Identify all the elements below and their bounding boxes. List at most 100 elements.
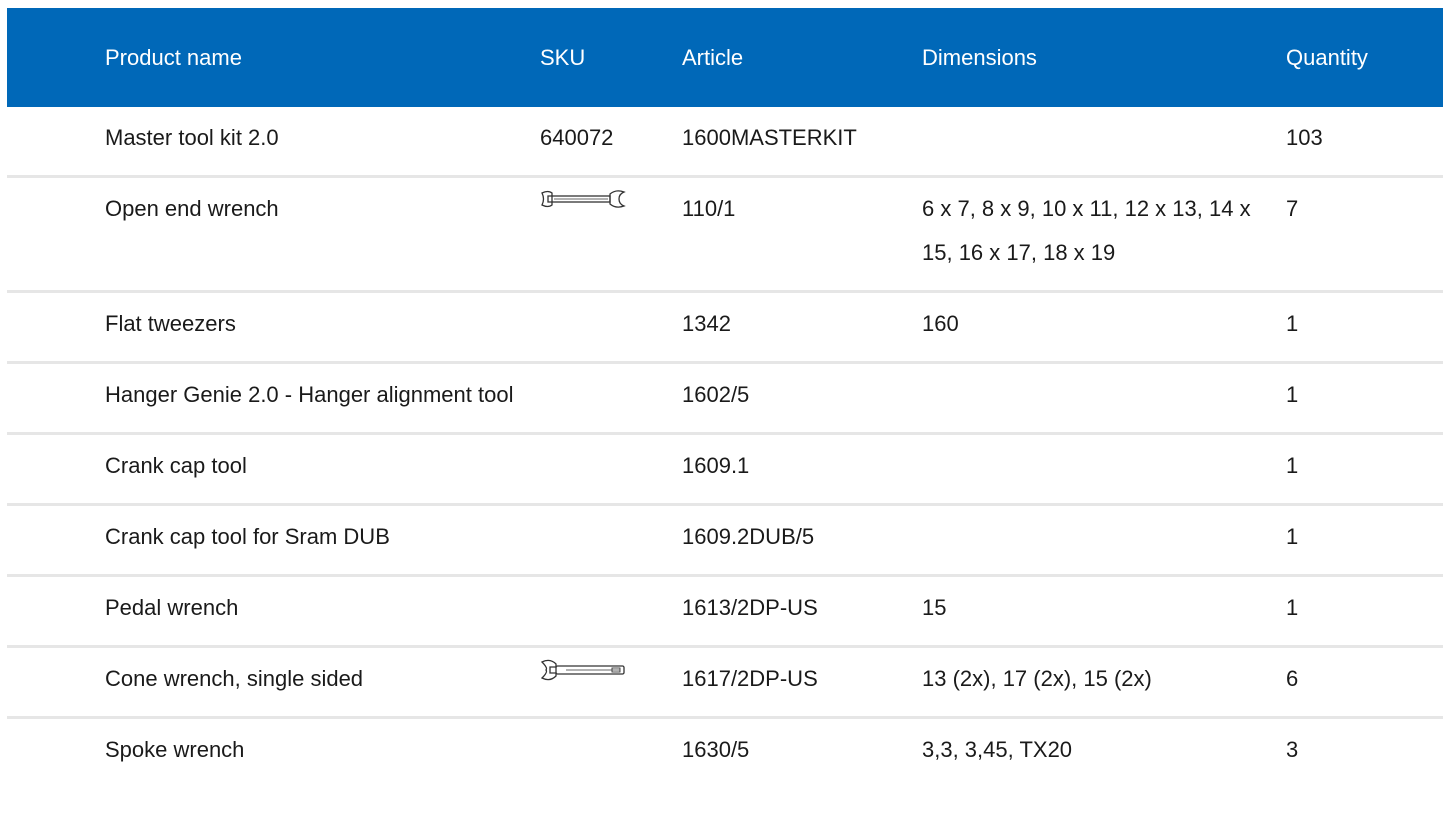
quantity-cell: 1 (1286, 292, 1443, 363)
table-row: Crank cap tool 1609.1 1 (7, 434, 1443, 505)
article-text: 1609.1 (682, 453, 750, 478)
article-cell: 1602/5 (682, 363, 922, 434)
article-cell: 1613/2DP-US (682, 576, 922, 647)
dimensions-text: 15 (922, 595, 947, 620)
product-name-cell: Hanger Genie 2.0 - Hanger alignment tool (105, 363, 540, 434)
row-spacer (7, 107, 105, 177)
table-header: Product name SKU Article Dimensions Quan… (7, 8, 1443, 107)
sku-cell (540, 434, 682, 505)
table-row: Crank cap tool for Sram DUB 1609.2DUB/5 … (7, 505, 1443, 576)
product-name-cell: Pedal wrench (105, 576, 540, 647)
article-cell: 1342 (682, 292, 922, 363)
table-row: Master tool kit 2.0 640072 1600MASTERKIT… (7, 107, 1443, 177)
product-name-cell: Cone wrench, single sided (105, 647, 540, 718)
dimensions-cell (922, 434, 1286, 505)
article-text: 1630/5 (682, 737, 750, 762)
sku-cell (540, 576, 682, 647)
column-header-quantity[interactable]: Quantity (1286, 8, 1443, 107)
article-cell: 110/1 (682, 177, 922, 292)
article-cell: 1609.1 (682, 434, 922, 505)
row-spacer (7, 647, 105, 718)
product-name-text: Master tool kit 2.0 (105, 125, 279, 150)
table-row: Flat tweezers 1342 160 1 (7, 292, 1443, 363)
quantity-cell: 3 (1286, 718, 1443, 788)
dimensions-text: 13 (2x), 17 (2x), 15 (2x) (922, 666, 1152, 691)
dimensions-cell: 15 (922, 576, 1286, 647)
quantity-cell: 1 (1286, 434, 1443, 505)
dimensions-cell: 3,3, 3,45, TX20 (922, 718, 1286, 788)
table-row: Hanger Genie 2.0 - Hanger alignment tool… (7, 363, 1443, 434)
dimensions-text: 3,3, 3,45, TX20 (922, 737, 1073, 762)
column-header-sku[interactable]: SKU (540, 8, 682, 107)
header-row: Product name SKU Article Dimensions Quan… (7, 8, 1443, 107)
sku-cell: 640072 (540, 107, 682, 177)
dimensions-cell: 13 (2x), 17 (2x), 15 (2x) (922, 647, 1286, 718)
quantity-text: 103 (1286, 125, 1323, 150)
product-name-text: Cone wrench, single sided (105, 666, 364, 691)
product-table: Product name SKU Article Dimensions Quan… (7, 8, 1443, 787)
row-spacer (7, 434, 105, 505)
article-text: 1602/5 (682, 382, 750, 407)
sku-cell (540, 647, 682, 718)
product-name-cell: Open end wrench (105, 177, 540, 292)
product-name-cell: Crank cap tool (105, 434, 540, 505)
article-text: 110/1 (682, 196, 736, 221)
product-name-cell: Master tool kit 2.0 (105, 107, 540, 177)
table-row: Open end wrench 110/1 6 x 7, 8 x 9, 10 x… (7, 177, 1443, 292)
sku-cell (540, 718, 682, 788)
quantity-text: 3 (1286, 737, 1299, 762)
table-row: Spoke wrench 1630/5 3,3, 3,45, TX20 3 (7, 718, 1443, 788)
product-name-cell: Flat tweezers (105, 292, 540, 363)
table-row: Cone wrench, single sided 1617/2DP-US 13… (7, 647, 1443, 718)
product-name-text: Open end wrench (105, 196, 279, 221)
product-name-text: Crank cap tool (105, 453, 247, 478)
table-body: Master tool kit 2.0 640072 1600MASTERKIT… (7, 107, 1443, 787)
product-name-text: Hanger Genie 2.0 - Hanger alignment tool (105, 382, 514, 407)
sku-cell (540, 363, 682, 434)
table-row: Pedal wrench 1613/2DP-US 15 1 (7, 576, 1443, 647)
quantity-text: 1 (1286, 311, 1299, 336)
quantity-text: 1 (1286, 524, 1299, 549)
dimensions-cell (922, 505, 1286, 576)
sku-cell (540, 292, 682, 363)
row-spacer (7, 363, 105, 434)
quantity-text: 7 (1286, 196, 1299, 221)
quantity-text: 6 (1286, 666, 1299, 691)
quantity-cell: 1 (1286, 576, 1443, 647)
quantity-cell: 7 (1286, 177, 1443, 292)
open-end-wrench-icon (540, 188, 682, 210)
product-name-text: Spoke wrench (105, 737, 245, 762)
article-text: 1617/2DP-US (682, 666, 818, 691)
quantity-text: 1 (1286, 382, 1299, 407)
dimensions-cell (922, 363, 1286, 434)
article-cell: 1617/2DP-US (682, 647, 922, 718)
article-text: 1613/2DP-US (682, 595, 818, 620)
column-header-product-name[interactable]: Product name (105, 8, 540, 107)
article-cell: 1600MASTERKIT (682, 107, 922, 177)
quantity-cell: 1 (1286, 505, 1443, 576)
column-header-article[interactable]: Article (682, 8, 922, 107)
product-table-container: Product name SKU Article Dimensions Quan… (7, 8, 1443, 787)
dimensions-cell: 160 (922, 292, 1286, 363)
header-spacer (7, 8, 105, 107)
product-name-text: Crank cap tool for Sram DUB (105, 524, 390, 549)
product-name-cell: Crank cap tool for Sram DUB (105, 505, 540, 576)
product-name-text: Pedal wrench (105, 595, 239, 620)
sku-cell (540, 505, 682, 576)
quantity-text: 1 (1286, 453, 1299, 478)
dimensions-text: 160 (922, 311, 959, 336)
row-spacer (7, 576, 105, 647)
product-name-cell: Spoke wrench (105, 718, 540, 788)
row-spacer (7, 718, 105, 788)
article-text: 1342 (682, 311, 731, 336)
article-cell: 1630/5 (682, 718, 922, 788)
article-cell: 1609.2DUB/5 (682, 505, 922, 576)
row-spacer (7, 505, 105, 576)
dimensions-cell (922, 107, 1286, 177)
quantity-cell: 1 (1286, 363, 1443, 434)
product-name-text: Flat tweezers (105, 311, 236, 336)
column-header-dimensions[interactable]: Dimensions (922, 8, 1286, 107)
article-text: 1600MASTERKIT (682, 125, 857, 150)
row-spacer (7, 177, 105, 292)
cone-wrench-icon (540, 658, 682, 682)
